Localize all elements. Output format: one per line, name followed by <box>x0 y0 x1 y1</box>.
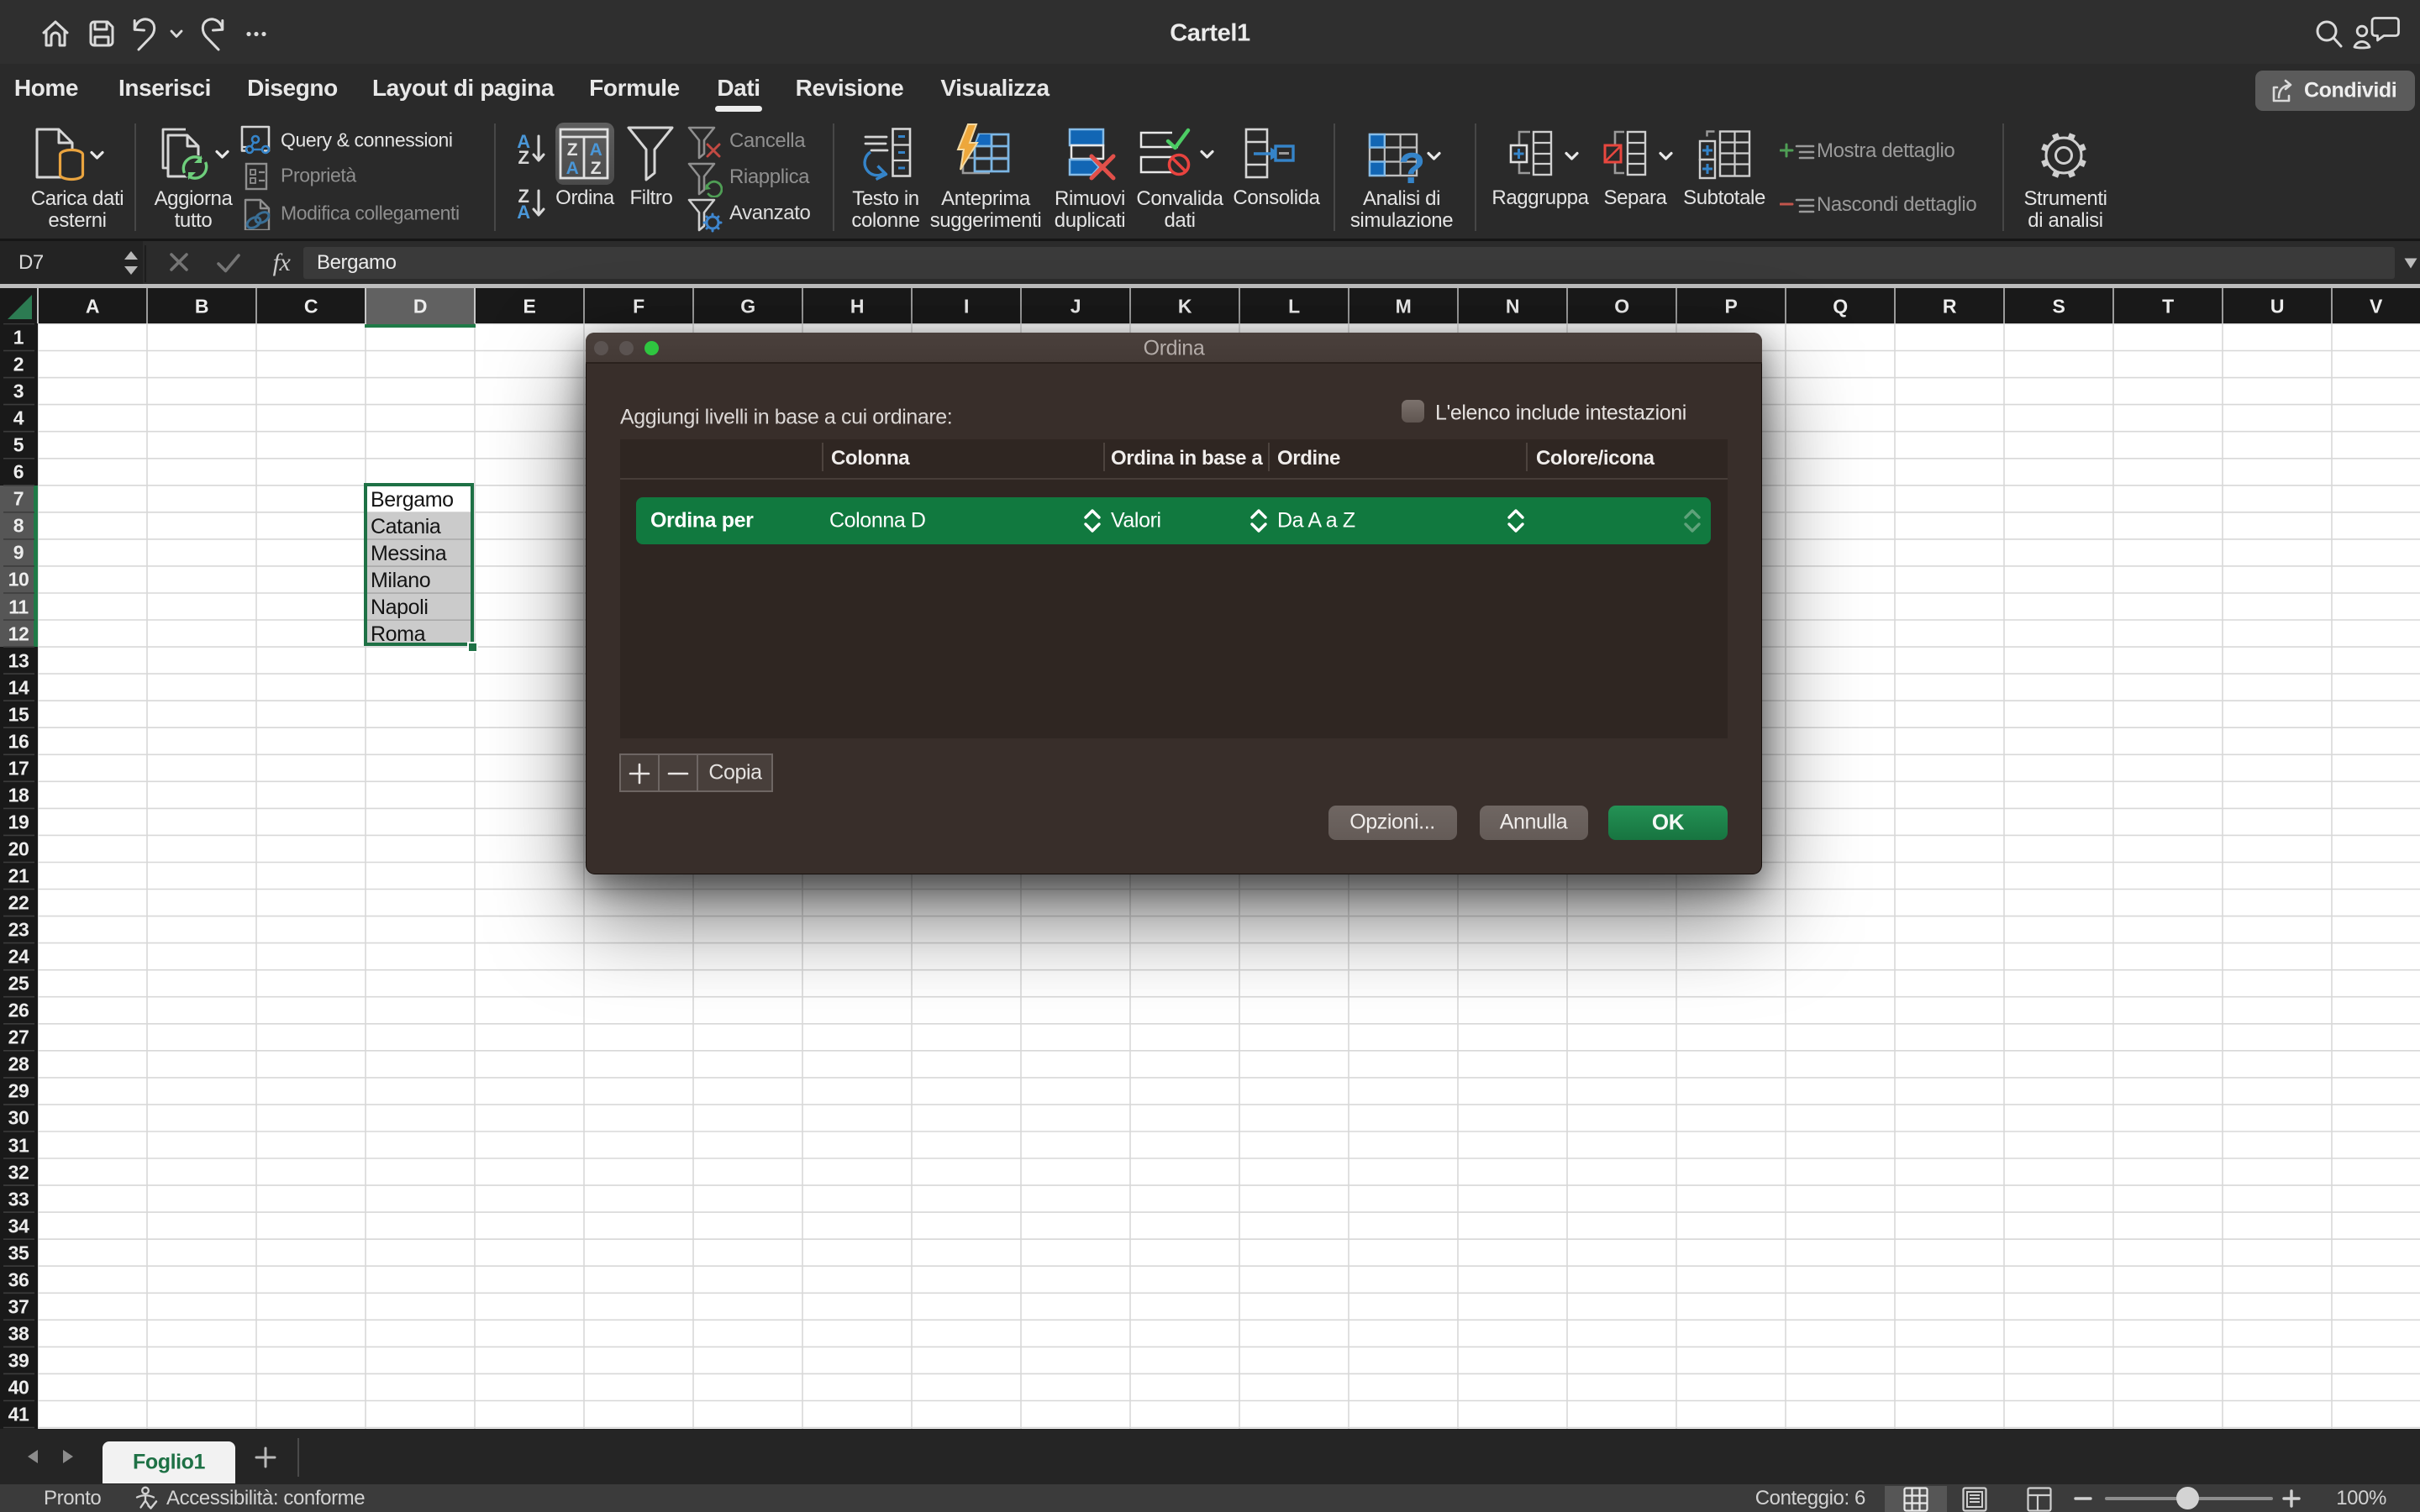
svg-text:A: A <box>566 159 579 178</box>
svg-text:A: A <box>590 140 602 160</box>
svg-text:Z: Z <box>518 147 529 165</box>
svg-text:A: A <box>517 202 530 220</box>
svg-text:Z: Z <box>591 159 602 178</box>
svg-text:Z: Z <box>567 140 578 160</box>
svg-text:?: ? <box>1398 144 1424 192</box>
